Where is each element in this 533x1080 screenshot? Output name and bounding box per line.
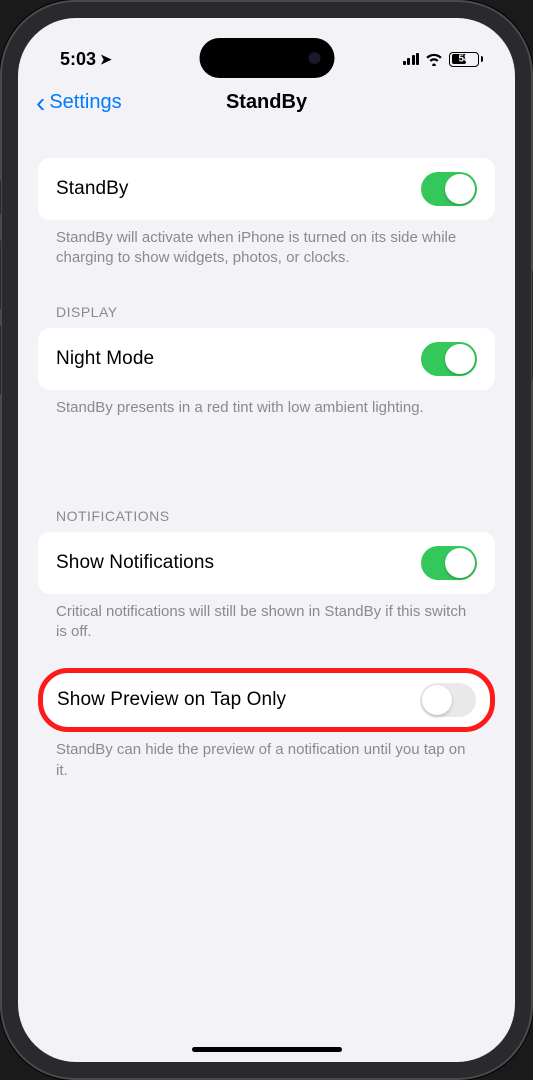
cellular-signal-icon xyxy=(403,53,420,65)
display-header: DISPLAY xyxy=(38,304,495,328)
show-preview-cell[interactable]: Show Preview on Tap Only xyxy=(38,668,495,732)
dynamic-island xyxy=(199,38,334,78)
battery-level: 58 xyxy=(458,54,469,65)
standby-footer: StandBy will activate when iPhone is tur… xyxy=(38,220,495,269)
page-title: StandBy xyxy=(226,91,307,114)
screen: 5:03 ➤ 58 ‹ xyxy=(18,18,515,1062)
show-preview-label: Show Preview on Tap Only xyxy=(57,689,286,711)
battery-icon: 58 xyxy=(449,52,483,67)
show-preview-toggle[interactable] xyxy=(420,683,476,717)
chevron-left-icon: ‹ xyxy=(36,89,45,117)
back-label: Settings xyxy=(49,91,121,114)
show-preview-footer: StandBy can hide the preview of a notifi… xyxy=(38,732,495,781)
settings-content: StandBy StandBy will activate when iPhon… xyxy=(18,133,515,781)
wifi-icon xyxy=(425,52,443,66)
volume-up-button xyxy=(0,240,1,310)
night-mode-footer: StandBy presents in a red tint with low … xyxy=(38,390,495,418)
night-mode-label: Night Mode xyxy=(56,348,154,370)
show-notifications-label: Show Notifications xyxy=(56,552,214,574)
show-notifications-toggle[interactable] xyxy=(421,546,477,580)
standby-label: StandBy xyxy=(56,178,129,200)
show-notifications-footer: Critical notifications will still be sho… xyxy=(38,594,495,643)
volume-down-button xyxy=(0,325,1,395)
standby-toggle[interactable] xyxy=(421,172,477,206)
phone-frame: 5:03 ➤ 58 ‹ xyxy=(0,0,533,1080)
notifications-header: NOTIFICATIONS xyxy=(38,508,495,532)
location-icon: ➤ xyxy=(100,51,112,68)
nav-header: ‹ Settings StandBy xyxy=(18,78,515,133)
home-indicator[interactable] xyxy=(192,1047,342,1052)
night-mode-toggle[interactable] xyxy=(421,342,477,376)
show-notifications-cell[interactable]: Show Notifications xyxy=(38,532,495,594)
mute-switch xyxy=(0,180,1,215)
back-button[interactable]: ‹ Settings xyxy=(36,89,122,117)
night-mode-cell[interactable]: Night Mode xyxy=(38,328,495,390)
status-time: 5:03 xyxy=(60,49,96,70)
standby-cell[interactable]: StandBy xyxy=(38,158,495,220)
